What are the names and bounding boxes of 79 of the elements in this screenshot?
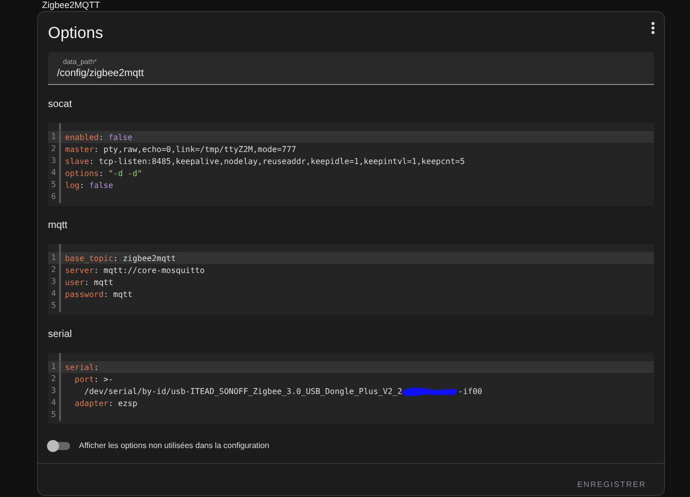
code-text: pty,raw,echo=0,link=/tmp/ttyZ2M,mode=777 <box>104 144 296 154</box>
line-number: 5 <box>48 300 61 312</box>
code-line[interactable]: 2 server: mqtt://core-mosquitto <box>48 264 654 276</box>
code-text: : <box>94 266 100 274</box>
line-number: 3 <box>48 385 61 397</box>
code-text: options <box>65 168 99 178</box>
line-number: 3 <box>48 155 61 167</box>
save-button[interactable]: ENREGISTRER <box>573 478 650 491</box>
code-line[interactable]: 4 adapter: ezsp <box>48 397 654 409</box>
code-editor[interactable]: 1 enabled: false 2 master: pty,raw,echo=0,link=/tmp/ttyZ2M,mode=777 3 slave: tcp-listen:8485,keepalive,nodelay,reuseaddr,keepidle=1,keepintvl=1,keepcnt=5 4 options: "-d -d" 5 log: false 6 <box>48 123 654 206</box>
code-text: "-d -d" <box>108 168 142 178</box>
code-line[interactable]: 5 <box>48 409 654 421</box>
code-line[interactable]: 5 log: false <box>48 179 654 191</box>
section-title: mqtt <box>48 219 68 233</box>
line-number: 4 <box>48 288 61 300</box>
code-text: : <box>89 156 95 166</box>
code-text: : <box>104 290 110 298</box>
toggle-switch[interactable] <box>48 442 70 450</box>
code-text: slave <box>65 156 90 166</box>
code-text: user <box>65 278 84 286</box>
line-number: 5 <box>48 179 61 191</box>
code-text: : <box>94 374 100 384</box>
line-number: 1 <box>48 131 61 143</box>
code-text: : <box>94 144 100 154</box>
code-text: base_topic <box>65 254 114 262</box>
code-line[interactable]: 3 /dev/serial/by-id/usb-ITEAD_SONOFF_Zigbee_3.0_USB_Dongle_Plus_V2_2 -if00 <box>48 385 654 397</box>
code-text: : <box>113 254 119 262</box>
code-text: password <box>65 290 104 298</box>
line-number: 5 <box>48 409 61 421</box>
code-line[interactable]: 5 <box>48 300 654 312</box>
line-number: 2 <box>48 373 61 385</box>
code-text: server <box>65 266 94 274</box>
code-line[interactable]: 6 <box>48 191 654 203</box>
code-text: : <box>98 132 105 142</box>
code-text: : <box>108 398 114 408</box>
code-editor[interactable]: 1 serial: 2 port: >- 3 /dev/serial/by-id/usb-ITEAD_SONOFF_Zigbee_3.0_USB_Dongle_Plus_V2_2 -if00 4 adapter: ezsp 5 <box>48 353 654 424</box>
code-text: tcp-listen:8485,keepalive,nodelay,reuseaddr,keepidle=1,keepintvl=1,keepcnt=5 <box>98 156 465 166</box>
more-options-icon[interactable] <box>651 22 655 34</box>
code-text: -if00 <box>458 386 482 396</box>
code-line[interactable]: 2 port: >- <box>48 373 654 385</box>
code-text: /dev/serial/by-id/usb-ITEAD_SONOFF_Zigbee_3.0_USB_Dongle_Plus_V2_2 <box>83 386 402 396</box>
section-title: serial <box>48 328 73 342</box>
line-number: 1 <box>48 252 61 264</box>
page-title: Zigbee2MQTT <box>41 0 102 11</box>
line-number: 2 <box>48 143 61 155</box>
code-text: : <box>79 180 86 190</box>
code-text: : <box>94 362 99 372</box>
line-number: 6 <box>48 191 61 203</box>
code-text: false <box>89 180 114 190</box>
line-number: 2 <box>48 264 61 276</box>
toggle-label: Afficher les options non utilisées dans la configuration <box>79 441 270 450</box>
code-text: log <box>65 180 80 190</box>
code-text: mqtt <box>113 290 132 298</box>
code-text: adapter <box>74 398 108 408</box>
code-text: serial <box>65 362 94 372</box>
code-text: false <box>108 132 132 142</box>
code-text: zigbee2mqtt <box>122 254 176 262</box>
code-line[interactable]: 3 user: mqtt <box>48 276 654 288</box>
line-number: 4 <box>48 167 61 179</box>
code-line[interactable]: 2 master: pty,raw,echo=0,link=/tmp/ttyZ2M,mode=777 <box>48 143 654 155</box>
code-text: : <box>98 168 105 178</box>
code-editor[interactable]: 1 base_topic: zigbee2mqtt 2 server: mqtt://core-mosquitto 3 user: mqtt 4 password: mqtt 5 <box>48 244 654 315</box>
code-text: >- <box>104 374 114 384</box>
code-text: enabled <box>65 132 99 142</box>
line-number: 3 <box>48 276 61 288</box>
line-number: 1 <box>48 361 61 373</box>
code-text: mqtt://core-mosquitto <box>104 266 205 274</box>
section-title: socat <box>48 98 73 112</box>
line-number: 4 <box>48 397 61 409</box>
code-text: master <box>65 144 94 154</box>
code-text: : <box>84 278 90 286</box>
code-line[interactable]: 4 options: "-d -d" <box>48 167 654 179</box>
card-title: Options <box>48 24 104 43</box>
code-line[interactable]: 4 password: mqtt <box>48 288 654 300</box>
code-text: mqtt <box>94 278 114 286</box>
code-line[interactable]: 3 slave: tcp-listen:8485,keepalive,nodelay,reuseaddr,keepidle=1,keepintvl=1,keepcnt=5 <box>48 155 654 167</box>
code-text: port <box>74 374 94 384</box>
code-text: ezsp <box>118 398 138 408</box>
scribble-drawing <box>400 385 460 397</box>
